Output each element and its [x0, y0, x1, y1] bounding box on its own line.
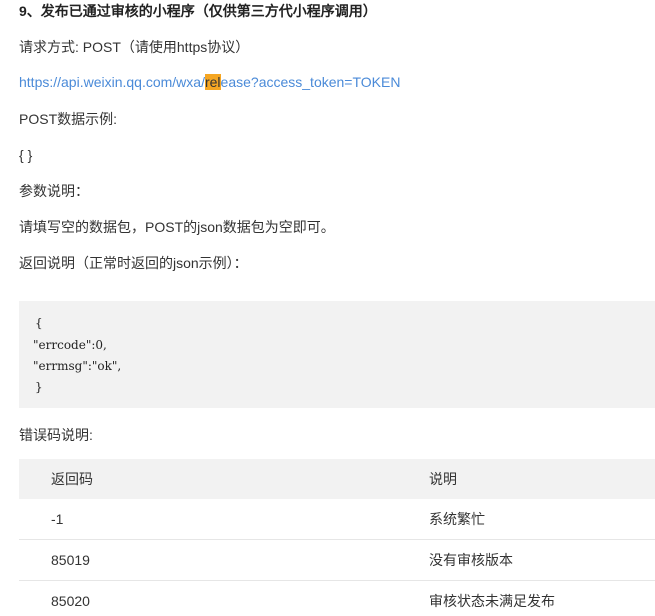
error-label: 错误码说明: — [19, 427, 93, 443]
cell-desc: 系统繁忙 — [429, 511, 485, 527]
cell-desc: 审核状态未满足发布 — [429, 593, 555, 609]
api-url-prefix: https://api.weixin.qq.com/wxa/ — [19, 74, 205, 90]
code-line: "errcode":0, — [33, 338, 107, 352]
header-code: 返回码 — [51, 471, 93, 487]
api-url[interactable]: https://api.weixin.qq.com/wxa/release?ac… — [19, 73, 400, 91]
section-heading: 9、发布已通过审核的小程序（仅供第三方代小程序调用） — [19, 3, 377, 19]
table-row: 85019 没有审核版本 — [19, 540, 655, 581]
params-text: 请填写空的数据包，POST的json数据包为空即可。 — [19, 219, 335, 235]
cell-code: 85019 — [51, 552, 90, 568]
code-block: { "errcode":0, "errmsg":"ok", } — [19, 301, 655, 408]
doc-page: 9、发布已通过审核的小程序（仅供第三方代小程序调用） 请求方式: POST（请使… — [0, 0, 655, 616]
code-line: } — [35, 380, 43, 394]
table-row: 85020 审核状态未满足发布 — [19, 581, 655, 616]
api-url-link[interactable]: https://api.weixin.qq.com/wxa/release?ac… — [19, 74, 400, 90]
table-header-row: 返回码 说明 — [19, 459, 655, 499]
post-example-label: POST数据示例: — [19, 111, 118, 127]
api-url-suffix: ease?access_token=TOKEN — [220, 74, 401, 90]
cell-code: -1 — [51, 511, 64, 527]
error-code-table: 返回码 说明 -1 系统繁忙 85019 没有审核版本 85020 审核状态未满… — [19, 459, 655, 616]
search-highlight: rel — [204, 74, 221, 90]
request-method: 请求方式: POST（请使用https协议） — [19, 39, 250, 55]
table-row: -1 系统繁忙 — [19, 499, 655, 540]
code-line: { — [35, 316, 43, 330]
cell-code: 85020 — [51, 593, 90, 609]
post-example-body: { } — [19, 147, 33, 163]
response-label: 返回说明（正常时返回的json示例）： — [19, 255, 248, 271]
code-line: "errmsg":"ok", — [33, 359, 122, 373]
cell-desc: 没有审核版本 — [429, 552, 513, 568]
params-label: 参数说明： — [19, 183, 89, 199]
header-desc: 说明 — [429, 471, 457, 487]
